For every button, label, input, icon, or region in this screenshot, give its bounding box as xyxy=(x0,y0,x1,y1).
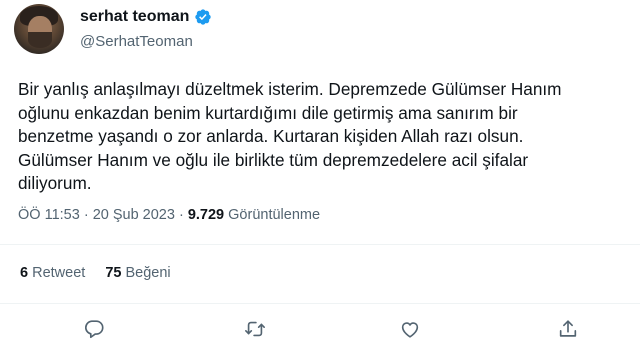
divider xyxy=(0,244,640,245)
divider xyxy=(0,303,640,304)
retweet-stat[interactable]: 6 Retweet xyxy=(20,265,85,281)
tweet-meta: ÖÖ 11:53 · 20 Şub 2023 · 9.729 Görüntüle… xyxy=(18,207,320,223)
meta-separator: · xyxy=(174,207,188,223)
meta-separator: · xyxy=(79,207,93,223)
retweet-icon[interactable] xyxy=(244,318,268,342)
retweet-count: 6 xyxy=(20,265,29,281)
tweet-date[interactable]: 20 Şub 2023 xyxy=(93,207,175,223)
verified-badge-icon xyxy=(194,8,212,26)
action-bar xyxy=(0,316,640,346)
like-count: 75 xyxy=(105,265,122,281)
author-name-row: serhat teoman xyxy=(80,8,212,26)
retweet-label: Retweet xyxy=(32,265,86,281)
heart-icon[interactable] xyxy=(399,318,423,342)
tweet-text: Bir yanlış anlaşılmayı düzeltmek isterim… xyxy=(18,79,562,193)
views-count: 9.729 xyxy=(187,207,225,223)
avatar[interactable] xyxy=(14,4,64,54)
like-label: Beğeni xyxy=(125,265,171,281)
tweet-time[interactable]: ÖÖ 11:53 xyxy=(18,207,80,223)
avatar-beard xyxy=(28,32,52,48)
author-handle[interactable]: @SerhatTeoman xyxy=(80,33,193,50)
tweet-stats: 6 Retweet 75 Beğeni xyxy=(20,265,171,281)
reply-icon[interactable] xyxy=(83,318,107,342)
author-display-name[interactable]: serhat teoman xyxy=(80,8,189,26)
like-stat[interactable]: 75 Beğeni xyxy=(105,265,170,281)
share-icon[interactable] xyxy=(557,318,581,342)
views-label: Görüntülenme xyxy=(224,207,321,223)
